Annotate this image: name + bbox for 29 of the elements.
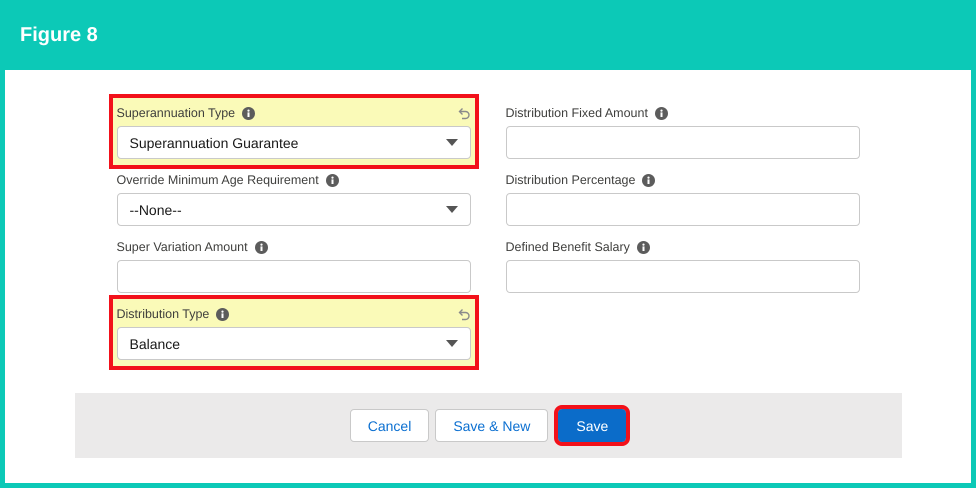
picklist-field[interactable]: --None-- [116,193,470,226]
picklist-field[interactable]: Superannuation Guarantee [116,126,470,159]
input-field[interactable] [506,260,860,293]
field-label: Superannuation Type [116,106,236,120]
caret-icon [446,206,458,213]
info-icon[interactable] [326,174,339,186]
input-field[interactable] [506,193,860,226]
field-label: Distribution Fixed Amount [506,106,648,120]
field-label: Distribution Percentage [506,173,636,187]
caret-icon [446,340,458,347]
figure-title: Figure 8 [20,24,98,46]
field-label: Distribution Type [116,307,210,321]
action-button[interactable]: Cancel [350,409,430,442]
info-icon[interactable] [242,106,256,120]
field-label: Super Variation Amount [116,240,248,254]
info-icon[interactable] [216,308,230,320]
info-icon[interactable] [636,240,650,254]
info-icon[interactable] [654,106,668,120]
field-label: Defined Benefit Salary [506,240,630,254]
picklist-field[interactable]: Balance [116,327,470,360]
field-label: Override Minimum Age Requirement [116,173,319,187]
undo-icon[interactable] [456,307,470,321]
input-field[interactable] [116,260,470,293]
undo-icon[interactable] [456,106,470,120]
info-icon[interactable] [642,174,656,186]
action-button[interactable]: Save & New [435,409,548,442]
caret-icon [446,139,458,146]
input-field[interactable] [506,126,860,159]
info-icon[interactable] [254,240,268,254]
